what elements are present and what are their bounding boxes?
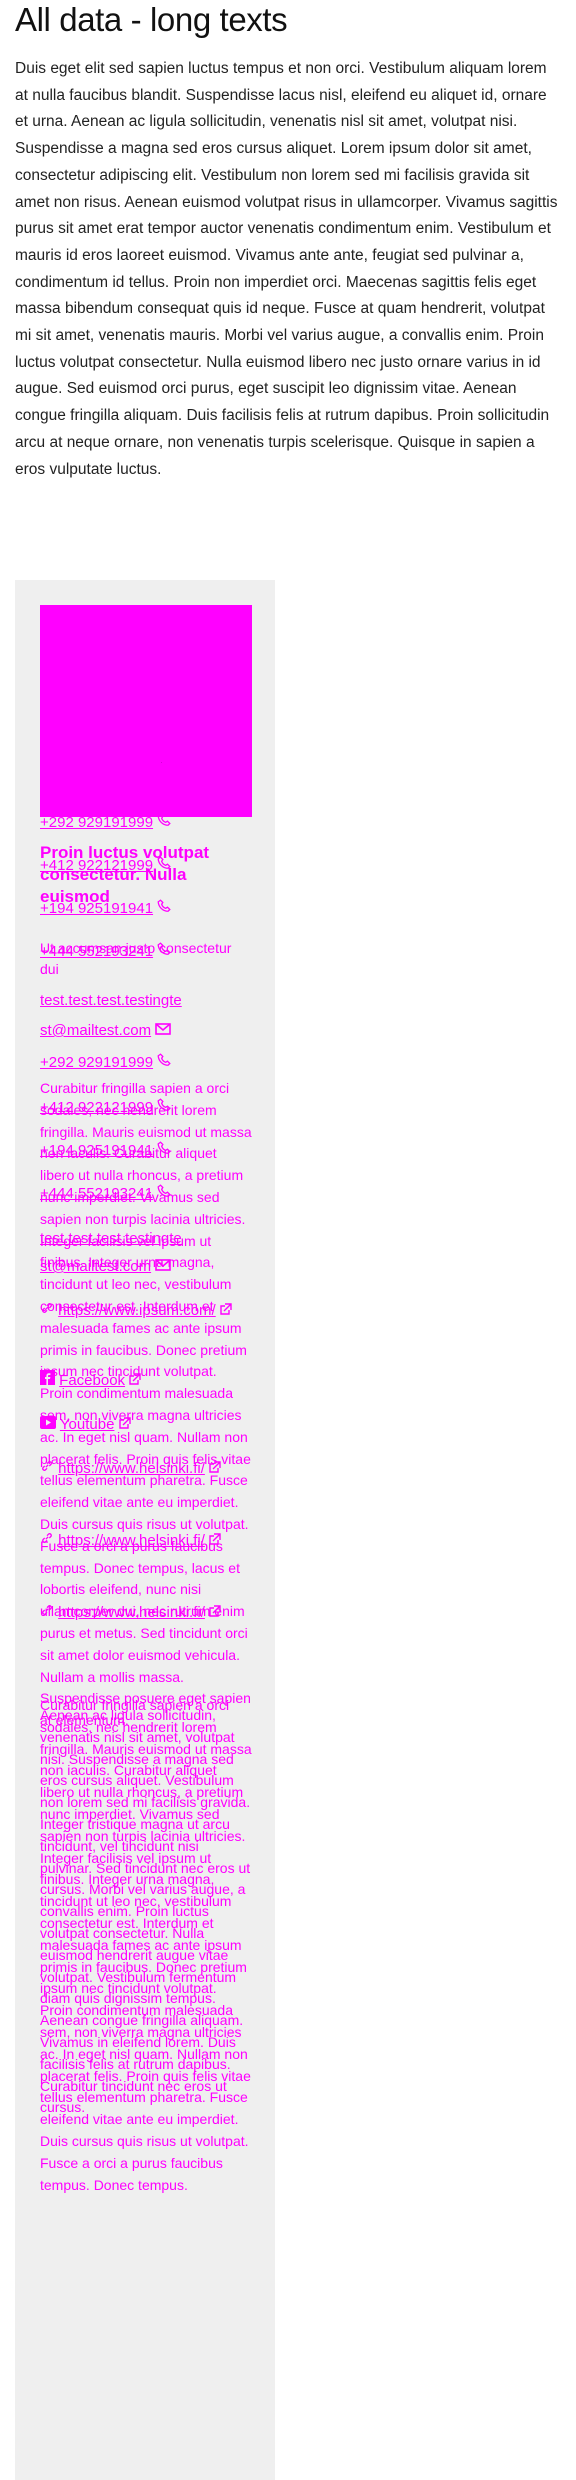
card-image: · — [40, 605, 252, 817]
phone-list-b: +292 929191999 — [40, 1052, 252, 1074]
external-link-icon — [118, 1414, 131, 1436]
link-icon — [40, 1458, 54, 1480]
external-link-icon — [209, 1458, 221, 1480]
card-description-extra: Aenean ac ligula sollicitudin, venenatis… — [40, 1707, 251, 2116]
phone-link[interactable]: +194 925191941 — [40, 1140, 252, 1162]
external-link-icon — [129, 1370, 141, 1392]
phone-icon — [157, 1052, 171, 1074]
helsinki-link-2[interactable]: https://www.helsinki.fi/ — [40, 1530, 252, 1552]
link-icon — [40, 1530, 54, 1552]
link-icon — [40, 1602, 54, 1624]
phone-link[interactable]: +412 922121999 — [40, 1097, 252, 1119]
phone-link[interactable]: +412 922121999 — [40, 855, 252, 877]
phone-list-b-rest: +412 922121999 +194 925191941 +444 55219… — [40, 1097, 252, 1205]
phone-icon — [157, 812, 171, 834]
email-link-a[interactable]: st@mailtest.com — [40, 1020, 252, 1042]
phone-link[interactable]: +194 925191941 — [40, 898, 252, 920]
phone-list-a: +292 929191999 — [40, 812, 252, 834]
web-url-link[interactable]: https://www.ipsum.com/ — [40, 1300, 252, 1322]
link-icon — [40, 1300, 54, 1322]
helsinki-link-3[interactable]: https://www.helsinki.fi/ — [40, 1602, 252, 1624]
svg-text:·: · — [160, 757, 163, 767]
mail-icon — [155, 1256, 172, 1278]
external-link-icon — [220, 1300, 232, 1322]
intro-text: Duis eget elit sed sapien luctus tempus … — [15, 60, 558, 478]
card-subtitle: Ut accumsan justo consectetur dui — [40, 940, 232, 977]
phone-icon — [157, 1183, 171, 1205]
email-link-b[interactable]: st@mailtest.com — [40, 1256, 252, 1278]
external-link-icon — [209, 1530, 221, 1552]
phone-icon — [157, 1097, 171, 1119]
phone-icon — [157, 855, 171, 877]
mail-icon — [155, 1020, 172, 1042]
phone-link[interactable]: +292 929191999 — [40, 1052, 252, 1074]
youtube-icon — [40, 1414, 56, 1436]
weblink-a[interactable]: test.test.test.testingte — [40, 990, 252, 1012]
phone-link[interactable]: +444 552193241 — [40, 1183, 252, 1205]
phone-icon — [157, 898, 171, 920]
phone-link[interactable]: +292 929191999 — [40, 812, 252, 834]
phone-icon — [157, 1140, 171, 1162]
helsinki-link-1[interactable]: https://www.helsinki.fi/ — [40, 1458, 252, 1480]
external-link-icon — [209, 1602, 221, 1624]
facebook-link[interactable]: Facebook — [40, 1370, 252, 1392]
youtube-link[interactable]: Youtube — [40, 1414, 252, 1436]
weblink-b[interactable]: test.test.test.testingte — [40, 1228, 252, 1250]
page-title: All data - long texts — [15, 1, 288, 38]
facebook-icon — [40, 1370, 55, 1392]
image-placeholder-icon: · — [160, 757, 163, 767]
